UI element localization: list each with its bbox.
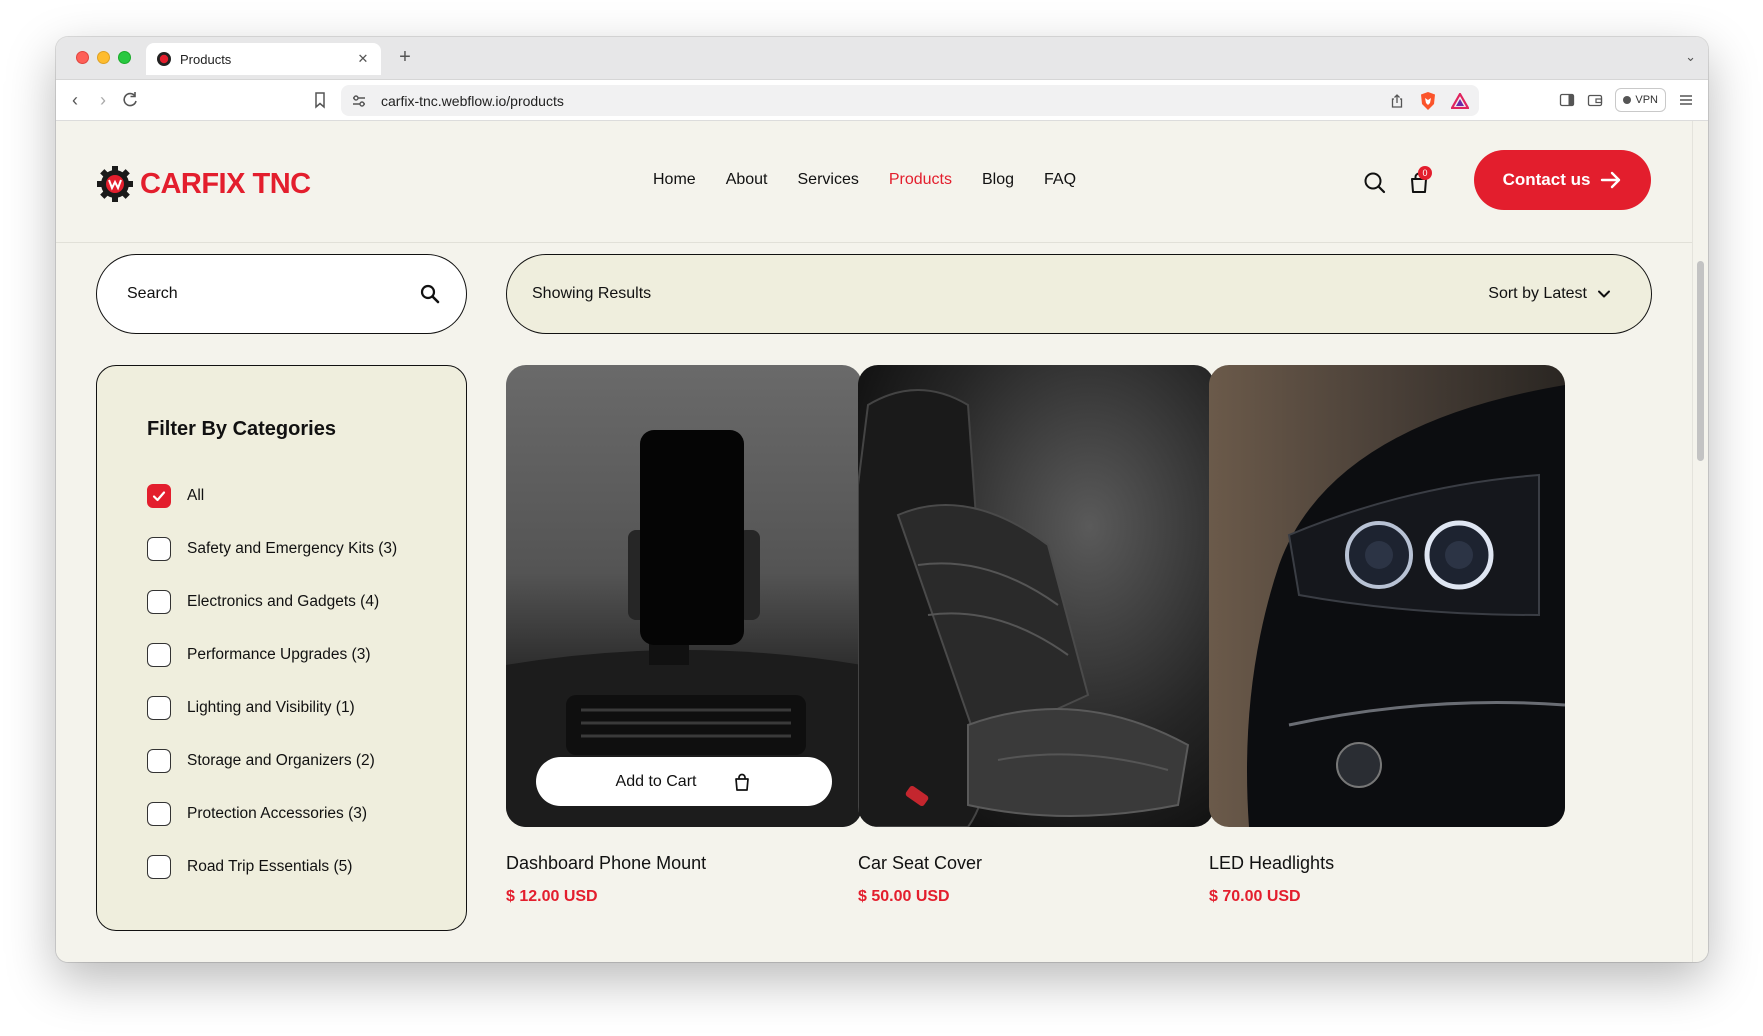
product-card[interactable]: LED Headlights $ 70.00 USD	[1209, 365, 1565, 906]
close-tab-icon[interactable]: ✕	[355, 51, 371, 67]
nav-services[interactable]: Services	[798, 171, 859, 189]
new-tab-button[interactable]: +	[393, 46, 417, 69]
category-label: Electronics and Gadgets (4)	[187, 592, 380, 610]
category-checkbox[interactable]	[147, 483, 171, 508]
category-label: Protection Accessories (3)	[187, 804, 368, 822]
site-logo[interactable]: CARFIX TNC	[96, 165, 311, 203]
product-name[interactable]: Dashboard Phone Mount	[506, 853, 862, 874]
category-filter-panel: Filter By Categories All Safety and Emer…	[96, 365, 467, 931]
arrow-right-icon	[1601, 171, 1621, 189]
nav-home[interactable]: Home	[653, 171, 696, 189]
filter-title: Filter By Categories	[147, 418, 336, 440]
category-checkbox[interactable]	[147, 748, 171, 773]
category-performance-upgrades[interactable]: Performance Upgrades (3)	[147, 628, 466, 681]
main-nav: Home About Services Products Blog FAQ	[653, 171, 1076, 189]
logo-text: CARFIX TNC	[140, 167, 311, 200]
page-scrollbar[interactable]	[1692, 121, 1708, 962]
contact-us-label: Contact us	[1502, 170, 1591, 189]
nav-blog[interactable]: Blog	[982, 171, 1014, 189]
product-card[interactable]: Car Seat Cover $ 50.00 USD	[858, 365, 1214, 906]
category-label: Storage and Organizers (2)	[187, 751, 375, 769]
tab-bar: Products ✕ + ⌄	[56, 37, 1708, 80]
category-safety-emergency-kits[interactable]: Safety and Emergency Kits (3)	[147, 522, 466, 575]
nav-about[interactable]: About	[726, 171, 768, 189]
site-settings-icon[interactable]	[351, 93, 367, 109]
product-card[interactable]: Add to Cart Dashboard Phone Mount $ 12.0…	[506, 365, 862, 906]
product-price: $ 12.00 USD	[506, 888, 598, 905]
tab-list-chevron-icon[interactable]: ⌄	[1685, 49, 1696, 65]
add-to-cart-label: Add to Cart	[615, 772, 697, 790]
scrollbar-thumb[interactable]	[1697, 261, 1704, 461]
nav-faq[interactable]: FAQ	[1044, 171, 1076, 189]
checkmark-icon	[152, 490, 166, 501]
forward-icon[interactable]: ›	[92, 89, 114, 111]
browser-tab[interactable]: Products ✕	[146, 43, 381, 75]
gear-logo-icon	[97, 166, 133, 202]
category-label: Performance Upgrades (3)	[187, 645, 371, 663]
results-bar: Showing Results Sort by Latest	[506, 254, 1652, 334]
category-checkbox[interactable]	[147, 642, 171, 667]
back-icon[interactable]: ‹	[64, 89, 86, 111]
category-lighting-visibility[interactable]: Lighting and Visibility (1)	[147, 681, 466, 734]
search-icon[interactable]	[420, 284, 440, 304]
product-image-car-seat-cover[interactable]	[858, 365, 1214, 827]
tab-title: Products	[180, 51, 232, 67]
search-input[interactable]	[127, 285, 420, 303]
category-protection-accessories[interactable]: Protection Accessories (3)	[147, 787, 466, 840]
category-electronics-gadgets[interactable]: Electronics and Gadgets (4)	[147, 575, 466, 628]
sidebar-toggle-icon[interactable]	[1559, 92, 1575, 108]
category-checkbox[interactable]	[147, 801, 171, 826]
category-checkbox[interactable]	[147, 854, 171, 879]
site-header: CARFIX TNC Home About Services Products …	[56, 121, 1692, 243]
url-text: carfix-tnc.webflow.io/products	[381, 92, 564, 109]
category-checkbox[interactable]	[147, 695, 171, 720]
sort-label: Sort by Latest	[1488, 285, 1587, 302]
product-price: $ 50.00 USD	[858, 888, 950, 905]
page-content: CARFIX TNC Home About Services Products …	[56, 121, 1692, 962]
browser-toolbar: ‹ › carfix-tnc.webflow.io/products VPN	[56, 80, 1708, 121]
cart-count-badge: 0	[1418, 166, 1432, 180]
product-image-phone-mount[interactable]: Add to Cart	[506, 365, 862, 827]
vpn-status-icon	[1623, 96, 1632, 104]
gear-logo-icon	[157, 52, 171, 66]
reload-icon[interactable]	[119, 89, 141, 111]
category-road-trip-essentials[interactable]: Road Trip Essentials (5)	[147, 840, 466, 893]
maximize-window-button[interactable]	[118, 51, 131, 64]
product-search-box	[96, 254, 467, 334]
category-all[interactable]: All	[147, 469, 466, 522]
add-to-cart-button[interactable]: Add to Cart	[536, 757, 832, 806]
browser-window: Products ✕ + ⌄ ‹ › carfix-tnc.webflow.io…	[56, 37, 1708, 962]
brave-shield-icon[interactable]	[1419, 91, 1437, 111]
showing-results-label: Showing Results	[532, 285, 652, 302]
category-storage-organizers[interactable]: Storage and Organizers (2)	[147, 734, 466, 787]
category-checkbox[interactable]	[147, 589, 171, 614]
menu-icon[interactable]	[1678, 92, 1694, 108]
product-name[interactable]: Car Seat Cover	[858, 853, 1214, 874]
chevron-down-icon	[1598, 290, 1610, 298]
category-label: Road Trip Essentials (5)	[187, 857, 353, 875]
product-price: $ 70.00 USD	[1209, 888, 1301, 905]
search-icon[interactable]	[1361, 169, 1389, 197]
wallet-icon[interactable]	[1587, 92, 1603, 108]
sort-dropdown[interactable]: Sort by Latest	[1488, 285, 1611, 303]
contact-us-button[interactable]: Contact us	[1474, 150, 1651, 210]
category-label: Lighting and Visibility (1)	[187, 698, 355, 716]
nav-products[interactable]: Products	[889, 171, 952, 189]
product-name[interactable]: LED Headlights	[1209, 853, 1565, 874]
minimize-window-button[interactable]	[97, 51, 110, 64]
share-icon[interactable]	[1389, 93, 1405, 109]
category-label: All	[187, 486, 205, 504]
shopping-bag-icon	[735, 773, 750, 791]
vpn-button[interactable]: VPN	[1615, 88, 1666, 112]
bookmark-icon[interactable]	[309, 89, 331, 111]
category-label: Safety and Emergency Kits (3)	[187, 539, 398, 557]
product-image-led-headlights[interactable]	[1209, 365, 1565, 827]
vpn-label: VPN	[1635, 94, 1658, 106]
address-bar[interactable]: carfix-tnc.webflow.io/products	[341, 85, 1479, 116]
close-window-button[interactable]	[76, 51, 89, 64]
brave-rewards-icon[interactable]	[1451, 92, 1469, 109]
category-checkbox[interactable]	[147, 536, 171, 561]
